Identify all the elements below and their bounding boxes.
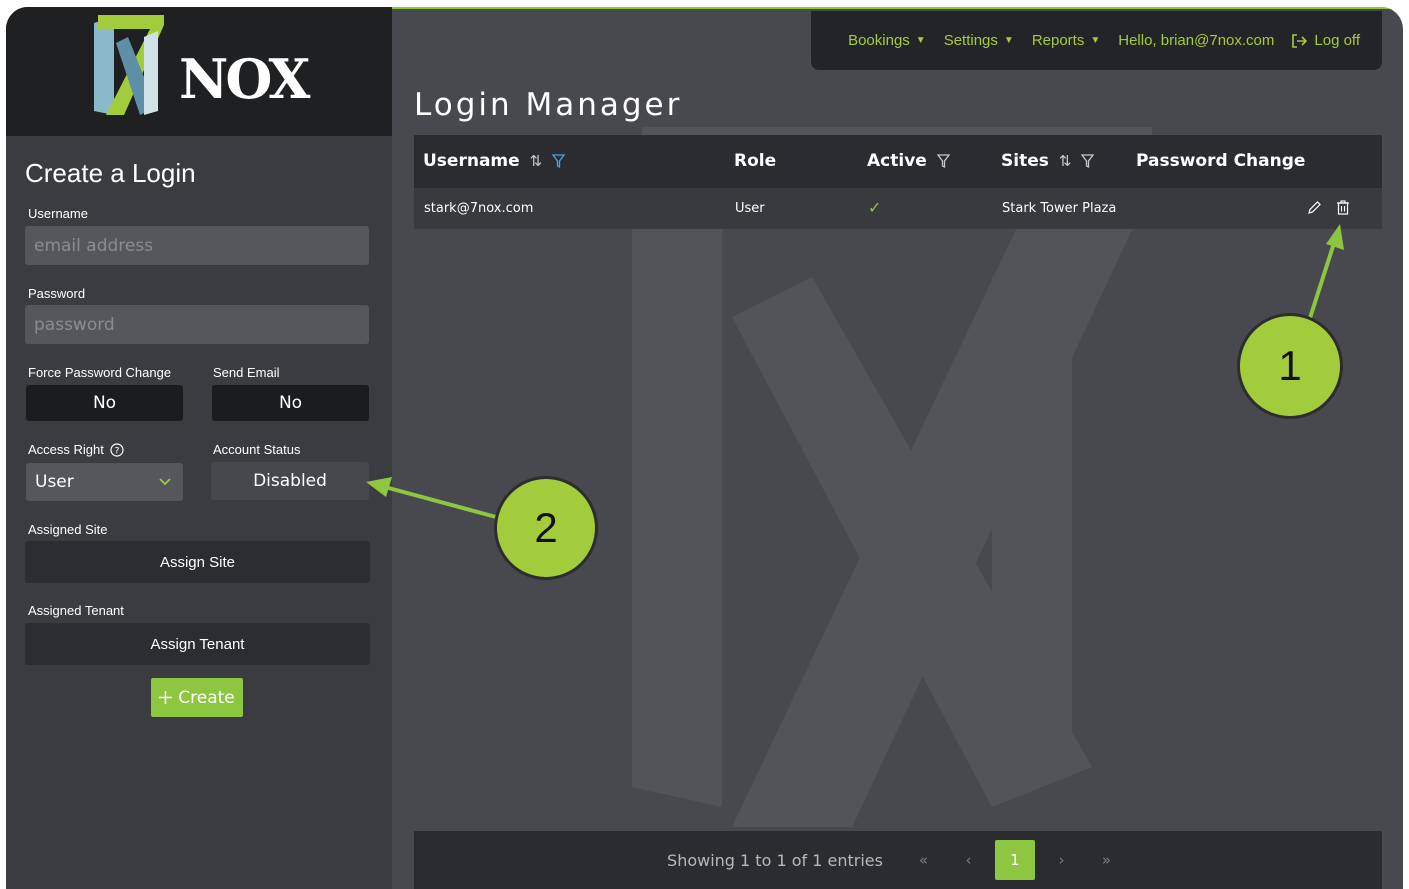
column-role-label: Role <box>734 151 777 171</box>
column-username[interactable]: Username ⇅ <box>423 151 566 171</box>
nav-user-greeting[interactable]: Hello, brian@7nox.com <box>1118 32 1274 49</box>
access-right-label-group: Access Right ? <box>28 442 124 457</box>
top-navbar: Bookings ▼ Settings ▼ Reports ▼ Hello, b… <box>811 11 1382 70</box>
force-password-label: Force Password Change <box>28 365 172 380</box>
column-active-label: Active <box>867 151 927 171</box>
active-check-icon: ✓ <box>868 198 882 217</box>
send-email-label: Send Email <box>213 365 280 380</box>
table-header: Username ⇅ Role Active Sites ⇅ Password … <box>414 135 1382 188</box>
password-label: Password <box>28 286 86 301</box>
column-sites[interactable]: Sites ⇅ <box>1001 151 1095 171</box>
caret-down-icon: ▼ <box>1090 35 1101 46</box>
assigned-tenant-label: Assigned Tenant <box>28 603 124 618</box>
caret-down-icon: ▼ <box>1003 35 1014 46</box>
cell-username: stark@7nox.com <box>424 201 534 216</box>
main-content: Bookings ▼ Settings ▼ Reports ▼ Hello, b… <box>392 7 1403 889</box>
logo-bar: NOX <box>6 7 392 136</box>
filter-icon[interactable] <box>552 154 566 168</box>
help-icon[interactable]: ? <box>110 442 124 457</box>
top-accent <box>392 7 1403 9</box>
account-status-label: Account Status <box>213 442 301 457</box>
column-sites-label: Sites <box>1001 151 1049 171</box>
nav-reports[interactable]: Reports ▼ <box>1032 32 1100 49</box>
nav-reports-label: Reports <box>1031 32 1085 49</box>
column-active[interactable]: Active <box>867 151 950 171</box>
create-button[interactable]: Create <box>151 678 243 717</box>
table-row[interactable]: stark@7nox.com User ✓ Stark Tower Plaza <box>414 188 1382 229</box>
page-button-current[interactable]: 1 <box>994 840 1035 880</box>
send-email-toggle[interactable]: No <box>212 385 369 421</box>
account-status-toggle[interactable]: Disabled <box>211 462 369 500</box>
filter-icon[interactable] <box>936 154 950 168</box>
assign-tenant-button[interactable]: Assign Tenant <box>25 623 370 665</box>
last-page-icon[interactable]: » <box>1084 851 1129 869</box>
plus-icon <box>159 691 173 704</box>
nav-bookings[interactable]: Bookings ▼ <box>848 32 926 49</box>
first-page-icon[interactable]: « <box>901 851 946 869</box>
sort-icon[interactable]: ⇅ <box>530 152 543 170</box>
nav-settings-label: Settings <box>943 32 998 49</box>
nav-bookings-label: Bookings <box>848 32 910 49</box>
cell-role: User <box>735 201 765 216</box>
logoff-label: Log off <box>1314 32 1360 49</box>
username-label: Username <box>28 206 88 221</box>
password-input[interactable]: password <box>25 305 369 344</box>
access-right-value: User <box>35 472 74 492</box>
assign-site-button[interactable]: Assign Site <box>25 541 370 583</box>
filter-icon[interactable] <box>1081 154 1095 168</box>
table-footer: Showing 1 to 1 of 1 entries « ‹ 1 › » <box>414 831 1382 889</box>
entries-info: Showing 1 to 1 of 1 entries <box>667 850 883 870</box>
callout-2: 2 <box>494 476 598 580</box>
create-label: Create <box>178 687 235 708</box>
column-password-change: Password Change <box>1136 151 1305 171</box>
column-username-label: Username <box>423 151 520 171</box>
callout-1: 1 <box>1237 313 1343 419</box>
column-password-change-label: Password Change <box>1136 151 1306 171</box>
trash-icon[interactable] <box>1336 200 1350 215</box>
logoff-link[interactable]: Log off <box>1292 32 1360 49</box>
logins-table: Username ⇅ Role Active Sites ⇅ Password … <box>414 135 1382 229</box>
cell-sites: Stark Tower Plaza <box>1002 201 1117 216</box>
app-window: NOX Create a Login Username email addres… <box>6 7 1403 889</box>
next-page-icon[interactable]: › <box>1039 851 1084 869</box>
row-actions <box>1307 200 1350 215</box>
nox-logo-icon <box>94 15 164 115</box>
access-right-label: Access Right <box>28 442 104 457</box>
column-role: Role <box>734 151 776 171</box>
chevron-down-icon <box>159 478 171 486</box>
force-password-toggle[interactable]: No <box>26 385 183 421</box>
edit-pencil-icon[interactable] <box>1307 200 1322 215</box>
svg-text:?: ? <box>114 446 119 456</box>
sort-icon[interactable]: ⇅ <box>1059 152 1072 170</box>
prev-page-icon[interactable]: ‹ <box>946 851 991 869</box>
assigned-site-label: Assigned Site <box>28 522 108 537</box>
caret-down-icon: ▼ <box>915 35 926 46</box>
page-title: Login Manager <box>414 87 683 123</box>
access-right-select[interactable]: User <box>26 463 183 501</box>
nav-settings[interactable]: Settings ▼ <box>944 32 1014 49</box>
username-input[interactable]: email address <box>25 226 369 265</box>
sidebar: NOX Create a Login Username email addres… <box>6 7 392 889</box>
form-title: Create a Login <box>25 158 196 188</box>
brand-name: NOX <box>179 47 310 111</box>
logout-icon <box>1292 33 1308 48</box>
